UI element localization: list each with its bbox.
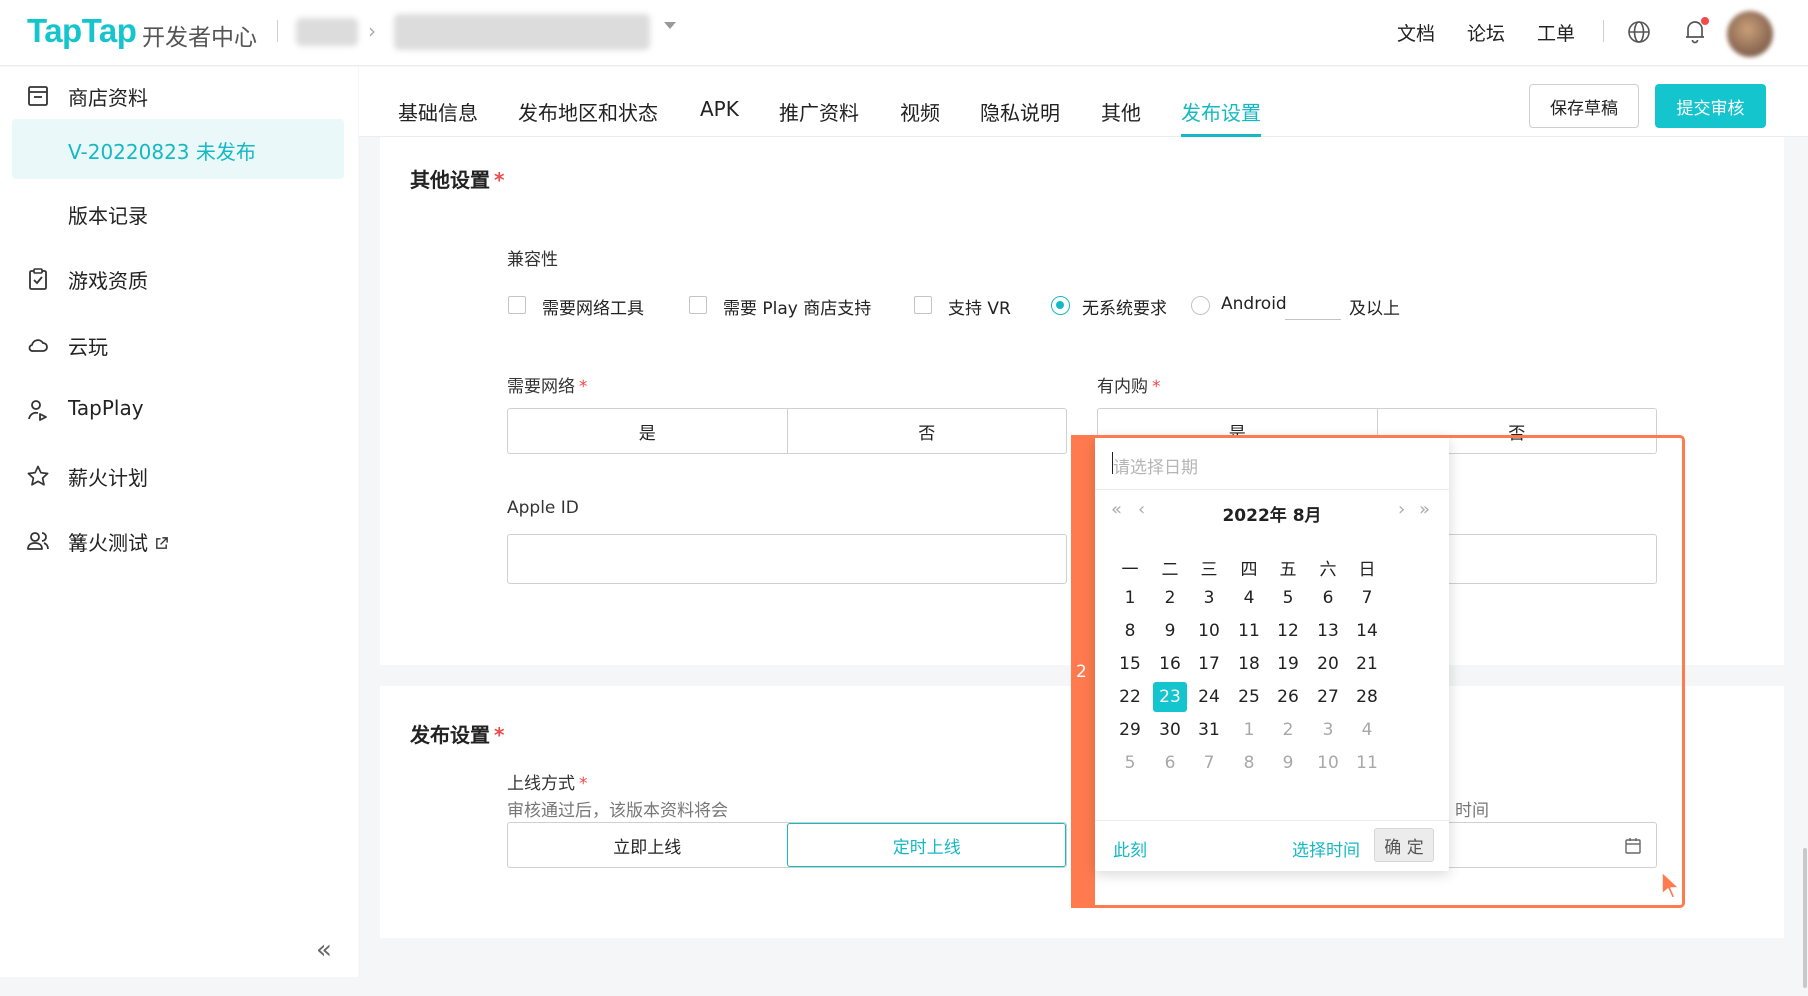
- globe-icon[interactable]: [1627, 20, 1651, 44]
- section-title-other: 其他设置 *: [410, 164, 504, 193]
- breadcrumb-org-redacted[interactable]: [296, 18, 358, 46]
- online-mode-toggle: 立即上线 定时上线: [507, 822, 1067, 868]
- breadcrumb-game-redacted[interactable]: [394, 14, 650, 50]
- tab-promo[interactable]: 推广资料: [779, 97, 859, 137]
- store-icon: [28, 86, 48, 106]
- tab-apk[interactable]: APK: [700, 97, 739, 137]
- sidebar-item-bonfire-test[interactable]: 篝火测试: [0, 512, 358, 570]
- label-text: 需要网络: [507, 377, 575, 397]
- sidebar-item-label: 篝火测试: [68, 527, 169, 556]
- required-mark: *: [1152, 377, 1161, 397]
- sidebar-item-tapplay[interactable]: TapPlay: [0, 381, 358, 439]
- chevron-down-icon[interactable]: [664, 22, 676, 29]
- clipboard-check-icon: [29, 268, 47, 290]
- submit-review-button[interactable]: 提交审核: [1655, 84, 1766, 128]
- required-mark: *: [579, 377, 588, 397]
- section-title-text: 发布设置: [410, 723, 490, 747]
- label-text: 有内购: [1097, 377, 1148, 397]
- divider: [1603, 20, 1604, 42]
- logo-subtitle: 开发者中心: [142, 25, 257, 51]
- collapse-sidebar-icon[interactable]: «: [316, 935, 332, 965]
- sidebar-item-store-info[interactable]: 商店资料: [0, 67, 358, 125]
- required-mark: *: [579, 774, 588, 794]
- need-network-label: 需要网络 *: [507, 372, 588, 397]
- online-scheduled-option[interactable]: 定时上线: [786, 823, 1066, 867]
- annotation-highlight-box: [1071, 435, 1685, 908]
- checkbox-label: 需要 Play 商店支持: [723, 299, 872, 319]
- checkbox-network-tool[interactable]: [508, 296, 526, 314]
- sidebar-item-label: 薪火计划: [68, 466, 148, 490]
- apple-id-input[interactable]: [507, 534, 1067, 584]
- sidebar-item-qualification[interactable]: 游戏资质: [0, 250, 358, 308]
- sidebar-item-label: 游戏资质: [68, 269, 148, 293]
- breadcrumb-chevron-icon: ›: [368, 19, 376, 43]
- tab-video[interactable]: 视频: [900, 97, 940, 137]
- checkbox-play-store[interactable]: [689, 296, 707, 314]
- forum-link[interactable]: 论坛: [1467, 19, 1505, 46]
- external-link-icon: [156, 537, 168, 549]
- online-mode-label: 上线方式 *: [507, 769, 588, 794]
- sidebar: 商店资料 V-20220823 未发布 版本记录 游戏资质 云玩 TapPlay…: [0, 67, 358, 977]
- sidebar-item-cloud-play[interactable]: 云玩: [0, 316, 358, 374]
- user-avatar[interactable]: [1727, 11, 1773, 57]
- tab-other[interactable]: 其他: [1101, 97, 1141, 137]
- radio-label: 无系统要求: [1082, 299, 1167, 319]
- need-network-yes[interactable]: 是: [508, 409, 787, 453]
- online-immediately-option[interactable]: 立即上线: [508, 823, 787, 867]
- star-icon: [27, 465, 49, 486]
- top-bar: TapTap 开发者中心 › 文档 论坛 工单: [0, 0, 1808, 66]
- tab-privacy[interactable]: 隐私说明: [980, 97, 1060, 137]
- save-draft-button[interactable]: 保存草稿: [1529, 84, 1639, 128]
- section-title-text: 其他设置: [410, 168, 490, 192]
- sidebar-item-version-current[interactable]: V-20220823 未发布: [12, 119, 344, 179]
- online-mode-hint: 审核通过后，该版本资料将会: [507, 801, 728, 821]
- radio-android[interactable]: [1191, 296, 1210, 315]
- compat-label: 兼容性: [507, 250, 558, 270]
- required-mark: *: [494, 168, 505, 192]
- docs-link[interactable]: 文档: [1397, 19, 1435, 46]
- radio-no-system-req[interactable]: [1051, 296, 1070, 315]
- sidebar-item-version-history[interactable]: 版本记录: [12, 183, 344, 243]
- tab-basic-info[interactable]: 基础信息: [398, 97, 478, 137]
- notification-dot: [1700, 16, 1710, 26]
- sidebar-item-text: 篝火测试: [68, 531, 148, 555]
- cloud-icon: [28, 339, 48, 352]
- checkbox-vr[interactable]: [914, 296, 932, 314]
- ticket-link[interactable]: 工单: [1537, 19, 1575, 46]
- checkbox-label: 支持 VR: [948, 299, 1011, 319]
- sidebar-item-label: TapPlay: [68, 396, 144, 420]
- sidebar-item-label: 商店资料: [68, 86, 148, 110]
- divider: [277, 20, 278, 42]
- tab-region-status[interactable]: 发布地区和状态: [518, 97, 658, 137]
- checkbox-label: 需要网络工具: [542, 299, 644, 319]
- sidebar-item-label: V-20220823 未发布: [68, 140, 256, 164]
- apple-id-label: Apple ID: [507, 498, 579, 518]
- section-title-publish: 发布设置 *: [410, 719, 504, 748]
- taptap-logo[interactable]: TapTap: [27, 12, 137, 50]
- tab-publish-settings[interactable]: 发布设置: [1181, 97, 1261, 137]
- tapplay-icon: [28, 400, 47, 421]
- sidebar-item-xinhuo[interactable]: 薪火计划: [0, 447, 358, 505]
- android-suffix: 及以上: [1349, 299, 1400, 319]
- need-network-no[interactable]: 否: [786, 409, 1067, 453]
- sidebar-item-label: 云玩: [68, 335, 108, 359]
- android-version-input[interactable]: [1285, 319, 1341, 320]
- in-app-purchase-label: 有内购 *: [1097, 372, 1161, 397]
- scrollbar-thumb[interactable]: [1803, 848, 1807, 988]
- label-text: 上线方式: [507, 774, 575, 794]
- radio-label: Android: [1221, 294, 1287, 314]
- need-network-toggle: 是 否: [507, 408, 1067, 454]
- mouse-cursor-icon: [1661, 871, 1680, 899]
- required-mark: *: [494, 723, 505, 747]
- sidebar-item-label: 版本记录: [68, 204, 148, 228]
- users-icon: [27, 532, 49, 550]
